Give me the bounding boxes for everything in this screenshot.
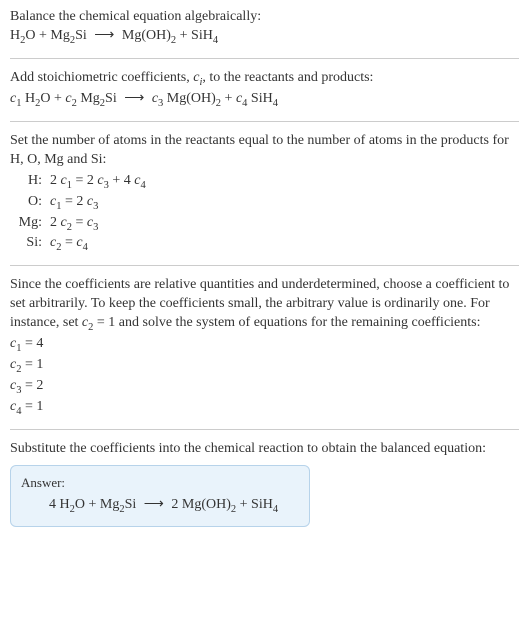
table-row: H: 2 c1 = 2 c3 + 4 c4	[10, 172, 150, 193]
section-add-coefficients: Add stoichiometric coefficients, ci, to …	[10, 69, 519, 122]
balance-equation: c2 = c4	[46, 234, 150, 255]
arrow-icon: ⟶	[120, 90, 148, 109]
section-problem: Balance the chemical equation algebraica…	[10, 8, 519, 59]
list-item: c4 = 1	[10, 398, 519, 419]
reactant-h2o: H2O	[10, 28, 36, 43]
table-row: Mg: 2 c2 = c3	[10, 214, 150, 235]
element-label: O:	[10, 193, 46, 214]
answer-label: Answer:	[21, 474, 299, 492]
arrow-icon: ⟶	[90, 27, 118, 46]
element-label: Si:	[10, 234, 46, 255]
balanced-equation: 4 H2O + Mg2Si ⟶ 2 Mg(OH)2 + SiH4	[21, 496, 299, 517]
problem-statement: Balance the chemical equation algebraica…	[10, 8, 519, 27]
atom-equations-table: H: 2 c1 = 2 c3 + 4 c4 O: c1 = 2 c3 Mg: 2…	[10, 172, 150, 256]
table-row: Si: c2 = c4	[10, 234, 150, 255]
balance-equation: c1 = 2 c3	[46, 193, 150, 214]
list-item: c2 = 1	[10, 356, 519, 377]
section-atom-balance: Set the number of atoms in the reactants…	[10, 132, 519, 267]
answer-box: Answer: 4 H2O + Mg2Si ⟶ 2 Mg(OH)2 + SiH4	[10, 465, 310, 528]
element-label: Mg:	[10, 214, 46, 235]
product-sih4: SiH4	[191, 28, 218, 43]
arrow-icon: ⟶	[140, 496, 168, 515]
element-label: H:	[10, 172, 46, 193]
instruction-solve: Since the coefficients are relative quan…	[10, 276, 519, 335]
section-answer: Substitute the coefficients into the che…	[10, 440, 519, 527]
instruction-substitute: Substitute the coefficients into the che…	[10, 440, 519, 459]
product-mgoh2: Mg(OH)2	[122, 28, 176, 43]
instruction-atom-balance: Set the number of atoms in the reactants…	[10, 132, 519, 170]
table-row: O: c1 = 2 c3	[10, 193, 150, 214]
coefficient-solutions: c1 = 4 c2 = 1 c3 = 2 c4 = 1	[10, 335, 519, 419]
list-item: c1 = 4	[10, 335, 519, 356]
balance-equation: 2 c2 = c3	[46, 214, 150, 235]
balance-equation: 2 c1 = 2 c3 + 4 c4	[46, 172, 150, 193]
list-item: c3 = 2	[10, 377, 519, 398]
equation-unbalanced: H2O + Mg2Si ⟶ Mg(OH)2 + SiH4	[10, 27, 519, 48]
section-solve: Since the coefficients are relative quan…	[10, 276, 519, 430]
reactant-mg2si: Mg2Si	[50, 28, 86, 43]
equation-with-coeffs: c1 H2O + c2 Mg2Si ⟶ c3 Mg(OH)2 + c4 SiH4	[10, 90, 519, 111]
instruction-add-coeffs: Add stoichiometric coefficients, ci, to …	[10, 69, 519, 90]
